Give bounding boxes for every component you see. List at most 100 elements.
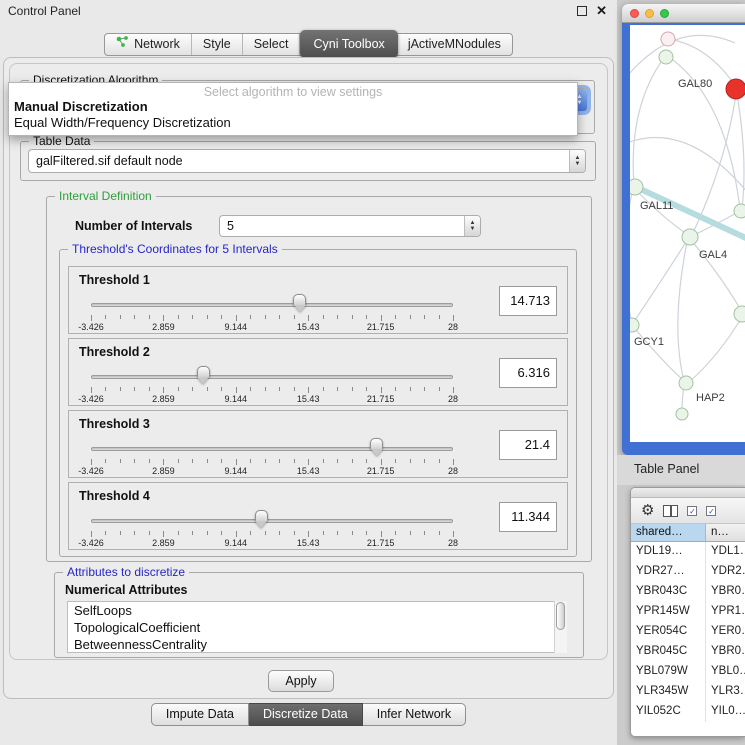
threshold-label: Threshold 4: [79, 489, 150, 503]
num-intervals-combobox[interactable]: 5 ▲▼: [219, 215, 481, 237]
table-row[interactable]: YBR043CYBR0…: [631, 582, 745, 602]
table-row[interactable]: YLR345WYLR3…: [631, 682, 745, 702]
network-node[interactable]: [676, 408, 688, 420]
tick-mark: [294, 387, 295, 391]
tick-mark: [192, 531, 193, 535]
threshold-slider[interactable]: -3.4262.8599.14415.4321.71528: [83, 363, 461, 405]
node-gal80[interactable]: [659, 50, 673, 64]
tick-mark: [91, 387, 92, 393]
column-header-shared-name[interactable]: shared…: [631, 524, 706, 541]
bottom-tab-discretize-data[interactable]: Discretize Data: [249, 703, 363, 726]
table-row[interactable]: YER054CYER0…: [631, 622, 745, 642]
algorithm-option-manual-discretization[interactable]: Manual Discretization: [9, 99, 577, 115]
list-scrollbar[interactable]: [554, 601, 567, 653]
tick-mark: [178, 315, 179, 319]
scale-label: -3.426: [78, 322, 104, 332]
cell-name: YER0…: [706, 622, 745, 642]
float-window-icon[interactable]: [577, 6, 587, 16]
checkbox-icon[interactable]: ✓: [706, 506, 716, 516]
tick-mark: [439, 315, 440, 319]
tab-jactivemnodules[interactable]: jActiveMNodules: [397, 34, 512, 55]
attribute-item[interactable]: SelfLoops: [68, 602, 566, 619]
tick-mark: [308, 531, 309, 537]
threshold-slider[interactable]: -3.4262.8599.14415.4321.71528: [83, 507, 461, 549]
tick-mark: [279, 459, 280, 463]
attribute-item[interactable]: BetweennessCentrality: [68, 636, 566, 653]
close-icon[interactable]: ✕: [596, 3, 607, 19]
network-node[interactable]: [726, 79, 745, 99]
tick-mark: [352, 531, 353, 535]
table-row[interactable]: YDR27…YDR2…: [631, 562, 745, 582]
threshold-panel: Threshold 2-3.4262.8599.14415.4321.71528…: [68, 338, 568, 406]
gear-icon[interactable]: ⚙: [641, 503, 654, 518]
table-row[interactable]: YPR145WYPR1…: [631, 602, 745, 622]
apply-button[interactable]: Apply: [268, 670, 334, 692]
table-header-row: shared… n…: [631, 524, 745, 542]
network-edge: [678, 237, 688, 381]
threshold-slider[interactable]: -3.4262.8599.14415.4321.71528: [83, 291, 461, 333]
network-window-titlebar[interactable]: [622, 4, 745, 23]
tab-style[interactable]: Style: [192, 34, 243, 55]
mac-close-icon[interactable]: [630, 9, 639, 18]
tick-mark: [236, 459, 237, 465]
slider-thumb-cap: [370, 438, 383, 449]
threshold-value-field[interactable]: 21.4: [499, 430, 557, 460]
mac-minimize-icon[interactable]: [645, 9, 654, 18]
slider-thumb-cap: [197, 366, 210, 377]
algorithm-option-equal-width-frequency-discretization[interactable]: Equal Width/Frequency Discretization: [9, 115, 577, 131]
combo-stepper-icon[interactable]: ▲▼: [464, 216, 480, 236]
thresholds-group-label: Threshold's Coordinates for 5 Intervals: [68, 242, 282, 256]
combo-stepper-icon[interactable]: ▲▼: [569, 150, 585, 172]
network-node[interactable]: [661, 32, 675, 46]
tick-mark: [221, 531, 222, 535]
tab-cyni-toolbox[interactable]: Cyni Toolbox: [300, 30, 397, 58]
threshold-label: Threshold 3: [79, 417, 150, 431]
table-row[interactable]: YBL079WYBL0…: [631, 662, 745, 682]
tick-mark: [250, 531, 251, 535]
tick-mark: [207, 387, 208, 391]
table-data-combobox[interactable]: galFiltered.sif default node ▲▼: [28, 149, 586, 173]
network-view-window: GAL80GAL11GAL4GCY1HAP2: [622, 4, 745, 455]
slider-thumb[interactable]: [293, 294, 306, 313]
scale-label: 15.43: [297, 466, 320, 476]
attribute-item[interactable]: TopologicalCoefficient: [68, 619, 566, 636]
mac-zoom-icon[interactable]: [660, 9, 669, 18]
node-gal11[interactable]: [630, 179, 643, 195]
bottom-tab-infer-network[interactable]: Infer Network: [363, 703, 466, 726]
network-node[interactable]: [734, 204, 745, 218]
slider-track: [91, 519, 453, 523]
slider-thumb[interactable]: [370, 438, 383, 457]
tick-mark: [323, 459, 324, 463]
table-row[interactable]: YBR045CYBR0…: [631, 642, 745, 662]
table-window-titlebar[interactable]: [631, 488, 745, 498]
node-hap2[interactable]: [679, 376, 693, 390]
table-row[interactable]: YIL052CYIL0…: [631, 702, 745, 722]
tab-network[interactable]: Network: [105, 34, 192, 55]
network-node[interactable]: [734, 306, 745, 322]
attributes-listbox[interactable]: SelfLoopsTopologicalCoefficientBetweenne…: [67, 601, 567, 653]
bottom-tab-group: Impute DataDiscretize DataInfer Network: [151, 703, 466, 726]
tick-mark: [178, 387, 179, 391]
slider-thumb[interactable]: [255, 510, 268, 529]
bottom-tab-impute-data[interactable]: Impute Data: [151, 703, 249, 726]
scrollbar-thumb[interactable]: [556, 602, 565, 630]
checkbox-icon[interactable]: ✓: [687, 506, 697, 516]
table-row[interactable]: YDL19…YDL1…: [631, 542, 745, 562]
tick-mark: [163, 315, 164, 321]
columns-icon[interactable]: [663, 505, 678, 517]
num-intervals-label: Number of Intervals: [75, 219, 192, 233]
tick-mark: [265, 531, 266, 535]
threshold-slider[interactable]: -3.4262.8599.14415.4321.71528: [83, 435, 461, 477]
tab-select[interactable]: Select: [243, 34, 301, 55]
tick-mark: [366, 531, 367, 535]
node-gcy1[interactable]: [630, 318, 639, 332]
threshold-value-field[interactable]: 11.344: [499, 502, 557, 532]
node-gal4[interactable]: [682, 229, 698, 245]
tick-mark: [323, 387, 324, 391]
column-header-name[interactable]: n…: [706, 524, 745, 541]
slider-thumb[interactable]: [197, 366, 210, 385]
tick-mark: [366, 387, 367, 391]
network-canvas[interactable]: GAL80GAL11GAL4GCY1HAP2: [630, 25, 745, 442]
threshold-value-field[interactable]: 14.713: [499, 286, 557, 316]
threshold-value-field[interactable]: 6.316: [499, 358, 557, 388]
